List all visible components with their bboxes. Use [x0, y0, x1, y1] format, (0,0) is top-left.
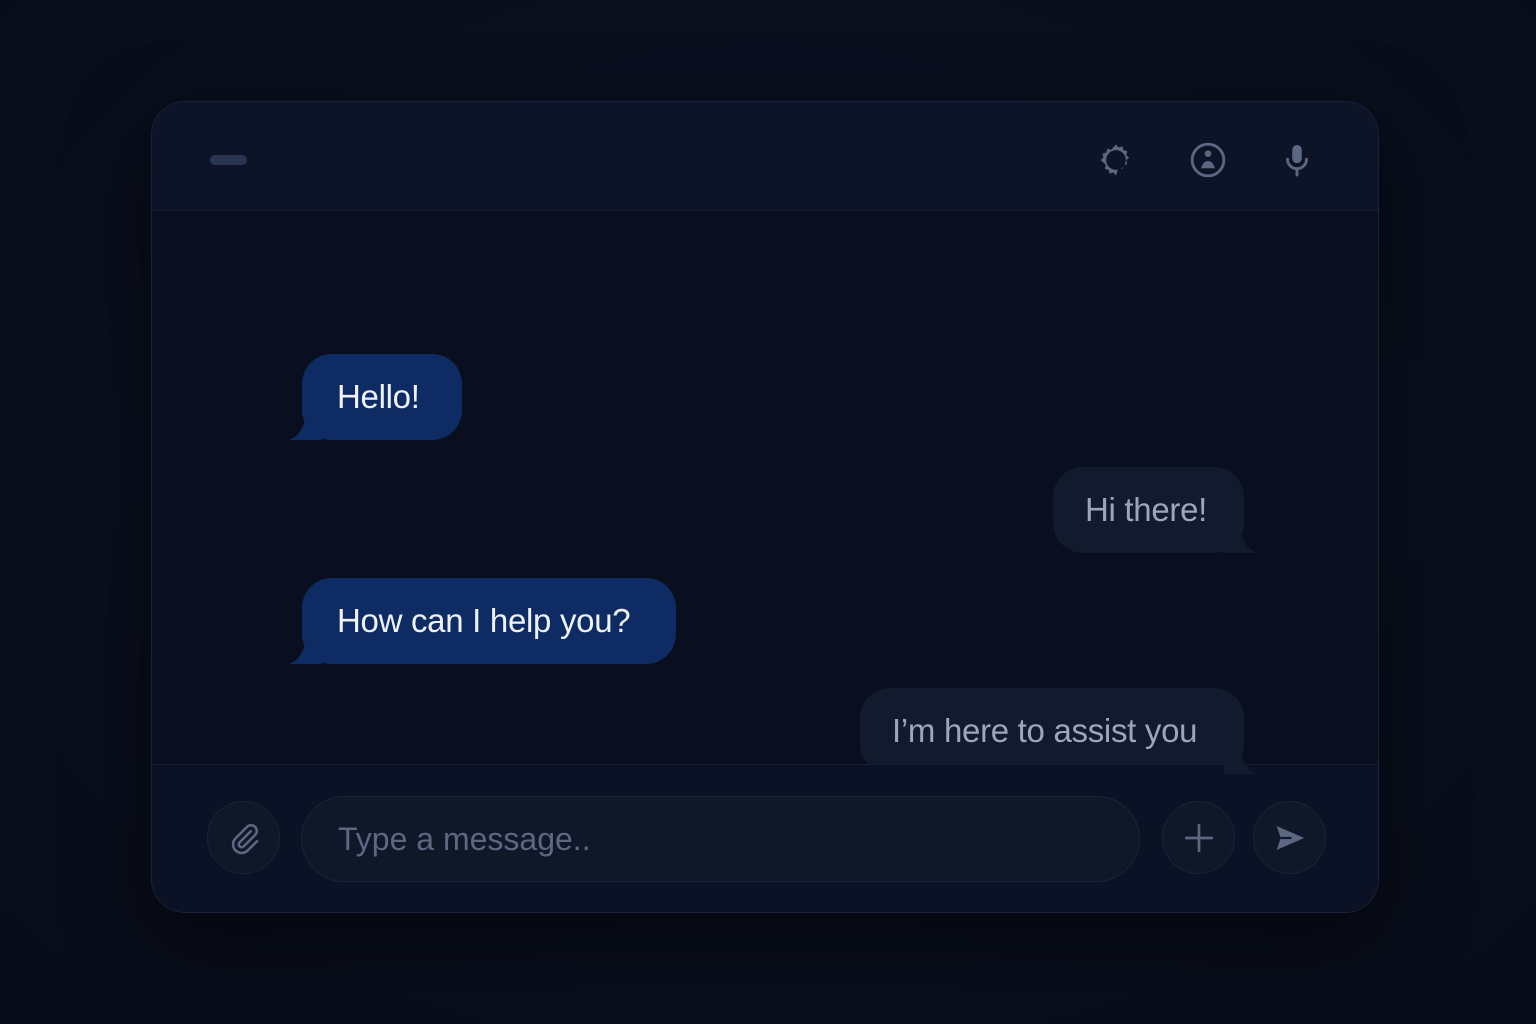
message-input[interactable]	[301, 796, 1140, 882]
chat-window: Hello! Hi there! How can I help you? I’m…	[151, 101, 1379, 913]
gear-icon[interactable]	[1096, 140, 1136, 180]
message-composer	[152, 764, 1378, 912]
message-text: How can I help you?	[337, 602, 631, 639]
bubble-tail	[1224, 519, 1258, 553]
outgoing-message: I’m here to assist you	[860, 688, 1258, 774]
chat-header	[152, 102, 1378, 211]
message-list: Hello! Hi there! How can I help you? I’m…	[152, 211, 1378, 774]
send-icon	[1276, 825, 1304, 850]
user-info-icon[interactable]	[1188, 140, 1228, 180]
send-button[interactable]	[1253, 801, 1326, 874]
microphone-icon[interactable]	[1277, 140, 1317, 180]
paperclip-icon	[231, 823, 258, 854]
incoming-message: Hello!	[288, 354, 462, 440]
app-backdrop: Hello! Hi there! How can I help you? I’m…	[0, 0, 1536, 1024]
add-button[interactable]	[1162, 801, 1235, 874]
bubble-tail	[288, 630, 322, 664]
bubble-tail	[1224, 740, 1258, 774]
bubble-tail	[288, 406, 322, 440]
message-text: I’m here to assist you	[892, 712, 1198, 749]
attach-button[interactable]	[207, 801, 280, 874]
message-text: Hello!	[337, 378, 420, 415]
minimize-icon[interactable]	[210, 155, 247, 165]
plus-icon	[1184, 823, 1213, 852]
outgoing-message: Hi there!	[1053, 467, 1258, 553]
message-text: Hi there!	[1085, 491, 1208, 528]
incoming-message: How can I help you?	[288, 578, 676, 664]
